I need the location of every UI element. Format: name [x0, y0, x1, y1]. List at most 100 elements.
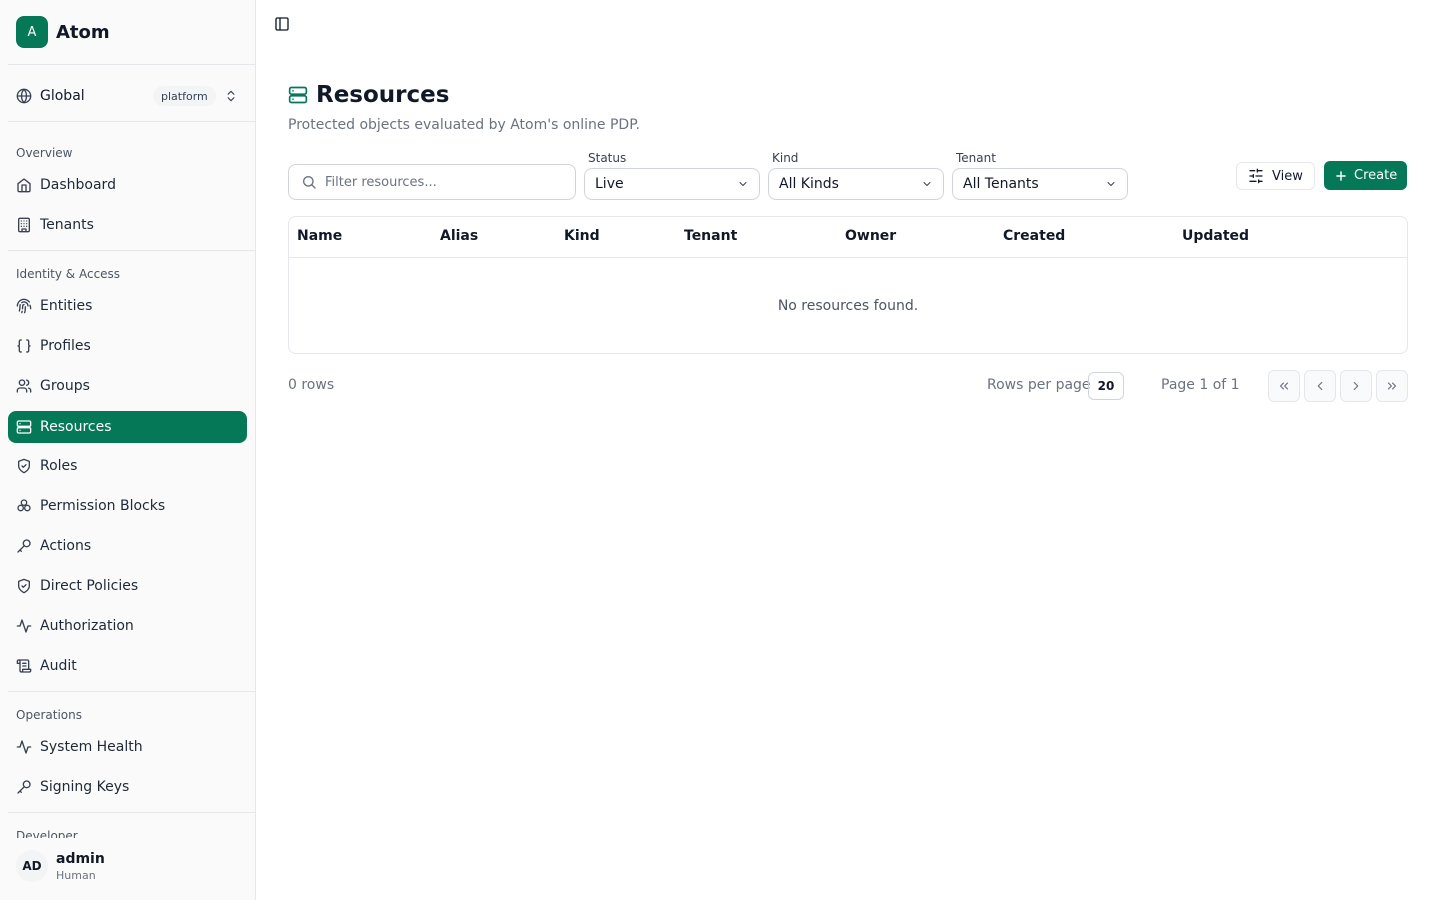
- page-subtitle: Protected objects evaluated by Atom's on…: [288, 117, 640, 133]
- activity-icon: [16, 618, 32, 634]
- sliders-icon: [1249, 168, 1263, 184]
- next-page-button[interactable]: [1340, 370, 1372, 402]
- activity-icon: [16, 739, 32, 755]
- sidebar-item-entities[interactable]: Entities: [8, 290, 247, 322]
- sidebar-item-permission-blocks[interactable]: Permission Blocks: [8, 490, 247, 522]
- brand-name: Atom: [56, 21, 110, 43]
- kind-select[interactable]: All Kinds: [768, 168, 944, 200]
- fingerprint-icon: [16, 298, 32, 314]
- sidebar-item-label: Groups: [40, 378, 90, 394]
- sidebar-item-label: System Health: [40, 739, 143, 755]
- globe-icon: [16, 88, 32, 104]
- row-count: 0 rows: [288, 377, 335, 393]
- rows-per-page-select[interactable]: 20: [1088, 372, 1124, 400]
- sidebar-item-tenants[interactable]: Tenants: [8, 209, 247, 241]
- brand-logo: A: [16, 16, 48, 48]
- shield-check-icon: [16, 458, 32, 474]
- shield-check-icon: [16, 578, 32, 594]
- scope-badge: platform: [153, 86, 216, 106]
- users-icon: [16, 378, 32, 394]
- sidebar-item-roles[interactable]: Roles: [8, 450, 247, 482]
- status-select[interactable]: Live: [584, 168, 760, 200]
- sidebar-item-system-health[interactable]: System Health: [8, 731, 247, 763]
- resources-table: Name Alias Kind Tenant Owner Created Upd…: [288, 216, 1408, 354]
- sidebar-item-signing-keys[interactable]: Signing Keys: [8, 771, 247, 803]
- rows-per-page-label: Rows per page: [987, 377, 1091, 393]
- brand[interactable]: A Atom: [16, 16, 110, 48]
- scope-label: Global: [40, 88, 85, 104]
- kind-select-value: All Kinds: [779, 176, 839, 192]
- sidebar-item-label: Authorization: [40, 618, 134, 634]
- sidebar-item-label: Audit: [40, 658, 77, 674]
- sidebar-item-label: Resources: [40, 419, 112, 435]
- search-input[interactable]: [325, 174, 555, 190]
- chevron-right-icon: [1353, 381, 1359, 391]
- sidebar-item-label: Actions: [40, 538, 92, 554]
- sidebar-item-audit[interactable]: Audit: [8, 650, 247, 682]
- create-button-label: Create: [1354, 168, 1398, 183]
- server-icon: [16, 419, 32, 435]
- sidebar-item-label: Permission Blocks: [40, 498, 166, 514]
- chevron-down-icon: [923, 182, 931, 186]
- sidebar-item-label: Entities: [40, 298, 93, 314]
- previous-page-button[interactable]: [1304, 370, 1336, 402]
- sidebar-item-label: Direct Policies: [40, 578, 139, 594]
- divider: [8, 121, 255, 122]
- page-header: Resources: [288, 82, 449, 108]
- column-header-owner[interactable]: Owner: [845, 228, 896, 244]
- plus-icon: [1336, 170, 1346, 181]
- column-header-created[interactable]: Created: [1003, 228, 1065, 244]
- search-icon: [303, 176, 316, 189]
- scope-switcher[interactable]: Global platform: [8, 80, 247, 112]
- first-page-button[interactable]: [1268, 370, 1300, 402]
- divider: [8, 64, 255, 65]
- column-header-updated[interactable]: Updated: [1182, 228, 1249, 244]
- sidebar-item-label: Dashboard: [40, 177, 116, 193]
- tenant-select[interactable]: All Tenants: [952, 168, 1128, 200]
- table-header: Name Alias Kind Tenant Owner Created Upd…: [289, 217, 1407, 258]
- last-page-button[interactable]: [1376, 370, 1408, 402]
- page-indicator: Page 1 of 1: [1161, 377, 1240, 393]
- sidebar-item-label: Roles: [40, 458, 78, 474]
- sidebar-item-authorization[interactable]: Authorization: [8, 610, 247, 642]
- status-filter-label: Status: [588, 151, 627, 165]
- column-header-kind[interactable]: Kind: [564, 228, 600, 244]
- search-field[interactable]: [288, 164, 576, 200]
- sidebar-item-direct-policies[interactable]: Direct Policies: [8, 570, 247, 602]
- chevrons-up-down-icon: [227, 90, 235, 102]
- key-icon: [16, 538, 32, 554]
- nav-group-title: Overview: [16, 146, 73, 160]
- nav-group-title: Identity & Access: [16, 267, 121, 281]
- home-icon: [16, 177, 32, 193]
- user-menu[interactable]: AD admin Human: [8, 842, 247, 890]
- user-name: admin: [56, 850, 105, 867]
- sidebar-item-actions[interactable]: Actions: [8, 530, 247, 562]
- column-header-alias[interactable]: Alias: [440, 228, 478, 244]
- chevron-down-icon: [1107, 182, 1115, 186]
- chevron-left-icon: [1317, 381, 1323, 391]
- divider: [8, 812, 255, 813]
- sidebar-item-label: Signing Keys: [40, 779, 130, 795]
- view-options-button[interactable]: View: [1236, 162, 1315, 190]
- sidebar-item-label: Profiles: [40, 338, 91, 354]
- user-kind: Human: [56, 868, 96, 882]
- panel-left-icon: [275, 17, 289, 31]
- braces-icon: [16, 338, 32, 354]
- create-button[interactable]: Create: [1324, 161, 1407, 190]
- sidebar-item-resources[interactable]: Resources: [8, 411, 247, 443]
- column-header-name[interactable]: Name: [297, 228, 342, 244]
- sidebar-item-label: Tenants: [40, 217, 94, 233]
- sidebar-item-groups[interactable]: Groups: [8, 370, 247, 402]
- divider: [8, 250, 255, 251]
- sidebar-toggle-button[interactable]: [272, 14, 292, 34]
- view-button-label: View: [1272, 168, 1303, 184]
- column-header-tenant[interactable]: Tenant: [684, 228, 737, 244]
- key-icon: [16, 779, 32, 795]
- chevron-down-icon: [739, 182, 747, 186]
- chevrons-right-icon: [1387, 382, 1397, 390]
- sidebar-item-dashboard[interactable]: Dashboard: [8, 169, 247, 201]
- empty-state-message: No resources found.: [777, 297, 919, 314]
- sidebar-item-profiles[interactable]: Profiles: [8, 330, 247, 362]
- page-title: Resources: [316, 82, 450, 108]
- status-select-value: Live: [595, 176, 624, 192]
